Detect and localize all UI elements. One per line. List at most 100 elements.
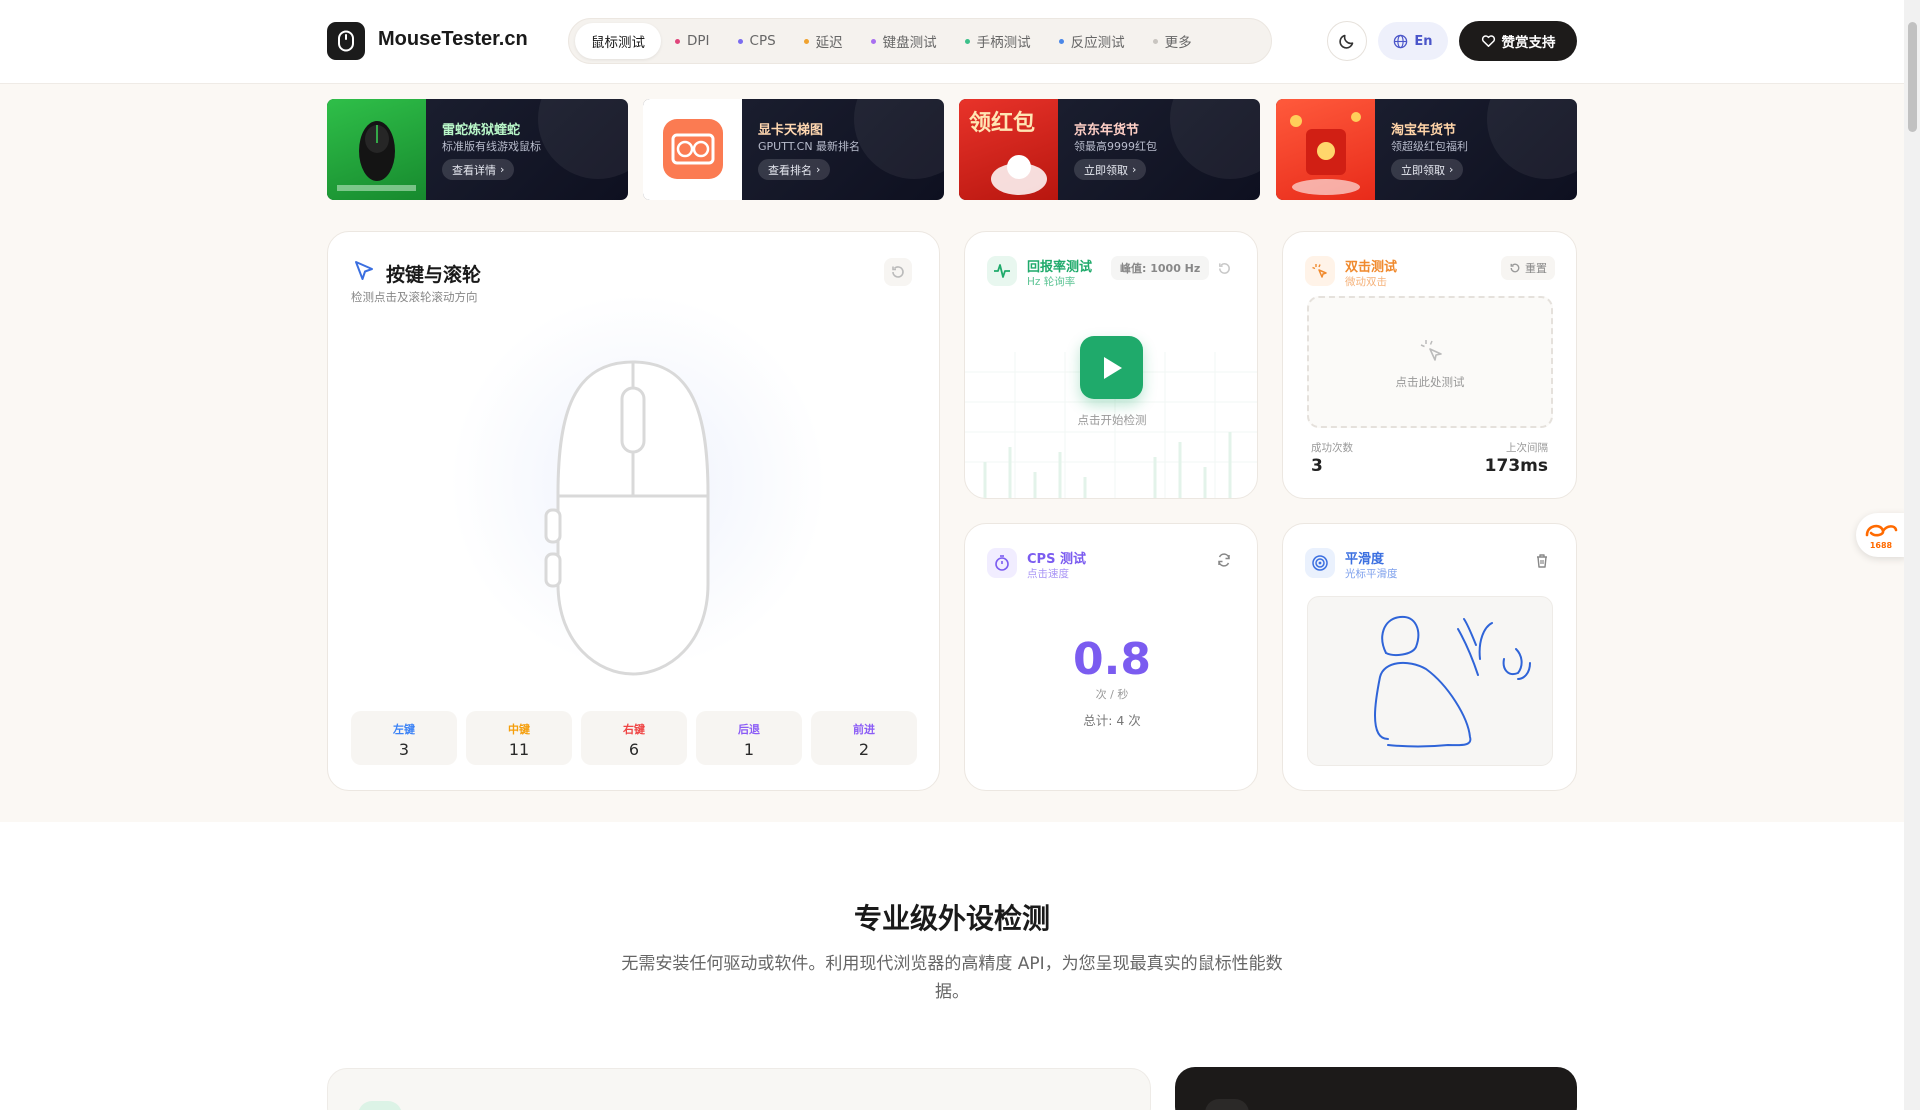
nav-keyboard-test[interactable]: 键盘测试	[857, 23, 951, 59]
stat-label: 右键	[623, 723, 645, 736]
dot-icon	[1058, 38, 1064, 44]
globe-icon	[1394, 34, 1408, 48]
moon-icon	[1339, 34, 1354, 49]
dot-icon	[1152, 38, 1158, 44]
nav-label: 延迟	[815, 35, 843, 51]
banner-title: 显卡天梯图	[758, 123, 824, 138]
refresh-icon	[1218, 262, 1230, 274]
feature-icon-chip	[358, 1101, 402, 1110]
smoothness-draw-area[interactable]	[1307, 596, 1553, 766]
section-title: 专业级外设检测	[853, 902, 1050, 935]
banner-image	[643, 99, 742, 200]
refresh-button[interactable]	[1210, 546, 1238, 574]
nav-more[interactable]: 更多	[1139, 23, 1206, 59]
refresh-icon	[892, 266, 904, 278]
clear-button[interactable]	[1528, 546, 1556, 574]
banner-taobao-festival[interactable]: 淘宝年货节 领超级红包福利 立即领取 ›	[1276, 99, 1577, 200]
side-widget-1688[interactable]: 1688	[1856, 513, 1906, 557]
cps-value: 0.8	[1073, 634, 1151, 685]
section-description: 无需安装任何驱动或软件。利用现代浏览器的高精度 API，为您呈现最真实的鼠标性能…	[621, 954, 1283, 1002]
arrow-right-icon: ›	[1132, 163, 1137, 176]
logo-text[interactable]: MouseTester.cn	[378, 28, 528, 51]
stat-right-click: 右键 6	[581, 711, 687, 765]
banner-cta[interactable]: 立即领取 ›	[1074, 159, 1147, 180]
card-title: 按键与滚轮	[386, 264, 482, 286]
cursor-arrow-icon	[355, 261, 373, 280]
banner-title: 雷蛇炼狱蝰蛇	[442, 123, 521, 138]
polling-rate-card: 回报率测试 Hz 轮询率 峰值: 1000 Hz 点击开始检测	[964, 231, 1258, 499]
scrollbar-thumb[interactable]	[1908, 22, 1917, 132]
nav-label: 手柄测试	[976, 35, 1031, 51]
dot-icon	[737, 38, 743, 44]
play-icon	[1103, 356, 1122, 379]
nav-cps[interactable]: CPS	[724, 23, 790, 59]
reset-button[interactable]: 重置	[1501, 256, 1555, 280]
card-title: CPS 测试	[1027, 552, 1086, 567]
nav-reaction-test[interactable]: 反应测试	[1045, 23, 1139, 59]
language-button[interactable]: En	[1378, 22, 1448, 60]
banner-subtitle: 领超级红包福利	[1391, 140, 1468, 153]
banner-gpu-ranking[interactable]: 显卡天梯图 GPUTT.CN 最新排名 查看排名 ›	[643, 99, 944, 200]
banner-subtitle: 标准版有线游戏鼠标	[442, 140, 541, 153]
reset-button[interactable]	[1210, 254, 1238, 282]
mouse-illustration[interactable]	[538, 354, 728, 684]
logo-mouse-icon[interactable]	[327, 22, 365, 60]
banner-cta-label: 查看详情	[452, 163, 496, 177]
page-scrollbar[interactable]	[1904, 0, 1920, 1110]
buttons-wheel-card: 按键与滚轮 检测点击及滚轮滚动方向 左键 3 中键 11 右键 6 后退 1 前…	[327, 231, 940, 791]
banner-cta[interactable]: 查看排名 ›	[758, 159, 831, 180]
brand-logo-icon	[1865, 524, 1898, 536]
nav-label: CPS	[749, 33, 776, 49]
feature-icon-chip	[1205, 1099, 1249, 1110]
card-subtitle: Hz 轮询率	[1027, 276, 1076, 288]
double-click-test-area[interactable]: 点击此处测试	[1307, 296, 1553, 428]
cps-unit: 次 / 秒	[1095, 688, 1129, 701]
nav-mouse-test[interactable]: 鼠标测试	[575, 23, 661, 59]
banner-jd-festival[interactable]: 领红包 京东年货节 领最高9999红包 立即领取 ›	[959, 99, 1260, 200]
arrow-right-icon: ›	[500, 163, 505, 176]
banner-image	[327, 99, 426, 200]
cps-card: CPS 测试 点击速度 0.8 次 / 秒 总计: 4 次	[964, 523, 1258, 791]
nav-label: 反应测试	[1070, 35, 1125, 51]
feature-card-right	[1175, 1067, 1577, 1110]
dot-icon	[803, 38, 809, 44]
banner-cta[interactable]: 立即领取 ›	[1391, 159, 1464, 180]
nav-dpi[interactable]: DPI	[661, 23, 724, 59]
stat-value: 2	[858, 740, 870, 759]
stat-left-click: 左键 3	[351, 711, 457, 765]
heart-icon	[1481, 35, 1495, 47]
stat-middle-click: 中键 11	[466, 711, 572, 765]
stat-label: 左键	[393, 723, 415, 736]
nav-latency[interactable]: 延迟	[790, 23, 857, 59]
success-count-label: 成功次数	[1311, 442, 1353, 454]
refresh-icon	[1218, 553, 1230, 567]
smoothness-card: 平滑度 光标平滑度	[1282, 523, 1577, 791]
top-navbar: MouseTester.cn 鼠标测试 DPI CPS 延迟 键盘测试 手柄测试…	[0, 0, 1920, 84]
stat-forward-button: 前进 2	[811, 711, 917, 765]
start-polling-button[interactable]	[1080, 336, 1143, 399]
peak-rate-badge: 峰值: 1000 Hz	[1111, 256, 1210, 280]
support-button[interactable]: 赞赏支持	[1459, 21, 1577, 61]
language-label: En	[1414, 33, 1433, 49]
banner-image	[1276, 99, 1375, 200]
test-area-label: 点击此处测试	[1395, 375, 1465, 389]
reset-button[interactable]	[884, 258, 912, 286]
banner-subtitle: 领最高9999红包	[1074, 140, 1157, 153]
cursor-trail-drawing	[1374, 615, 1531, 748]
nav-gamepad-test[interactable]: 手柄测试	[951, 23, 1045, 59]
side-widget-label: 1688	[1869, 540, 1893, 550]
stat-value: 3	[398, 740, 410, 759]
banner-razer[interactable]: 雷蛇炼狱蝰蛇 标准版有线游戏鼠标 查看详情 ›	[327, 99, 628, 200]
stat-back-button: 后退 1	[696, 711, 802, 765]
banner-cta[interactable]: 查看详情 ›	[442, 159, 515, 180]
banner-cta-label: 立即领取	[1401, 163, 1445, 177]
card-subtitle: 点击速度	[1027, 568, 1069, 580]
feature-card-left	[327, 1068, 1151, 1110]
stopwatch-icon	[987, 548, 1017, 578]
card-subtitle: 微动双击	[1345, 276, 1387, 288]
nav-label: 键盘测试	[882, 35, 937, 51]
last-interval-value: 173ms	[1484, 456, 1548, 476]
theme-toggle-button[interactable]	[1327, 21, 1367, 61]
stat-label: 前进	[853, 723, 875, 736]
banner-title: 淘宝年货节	[1391, 123, 1457, 138]
